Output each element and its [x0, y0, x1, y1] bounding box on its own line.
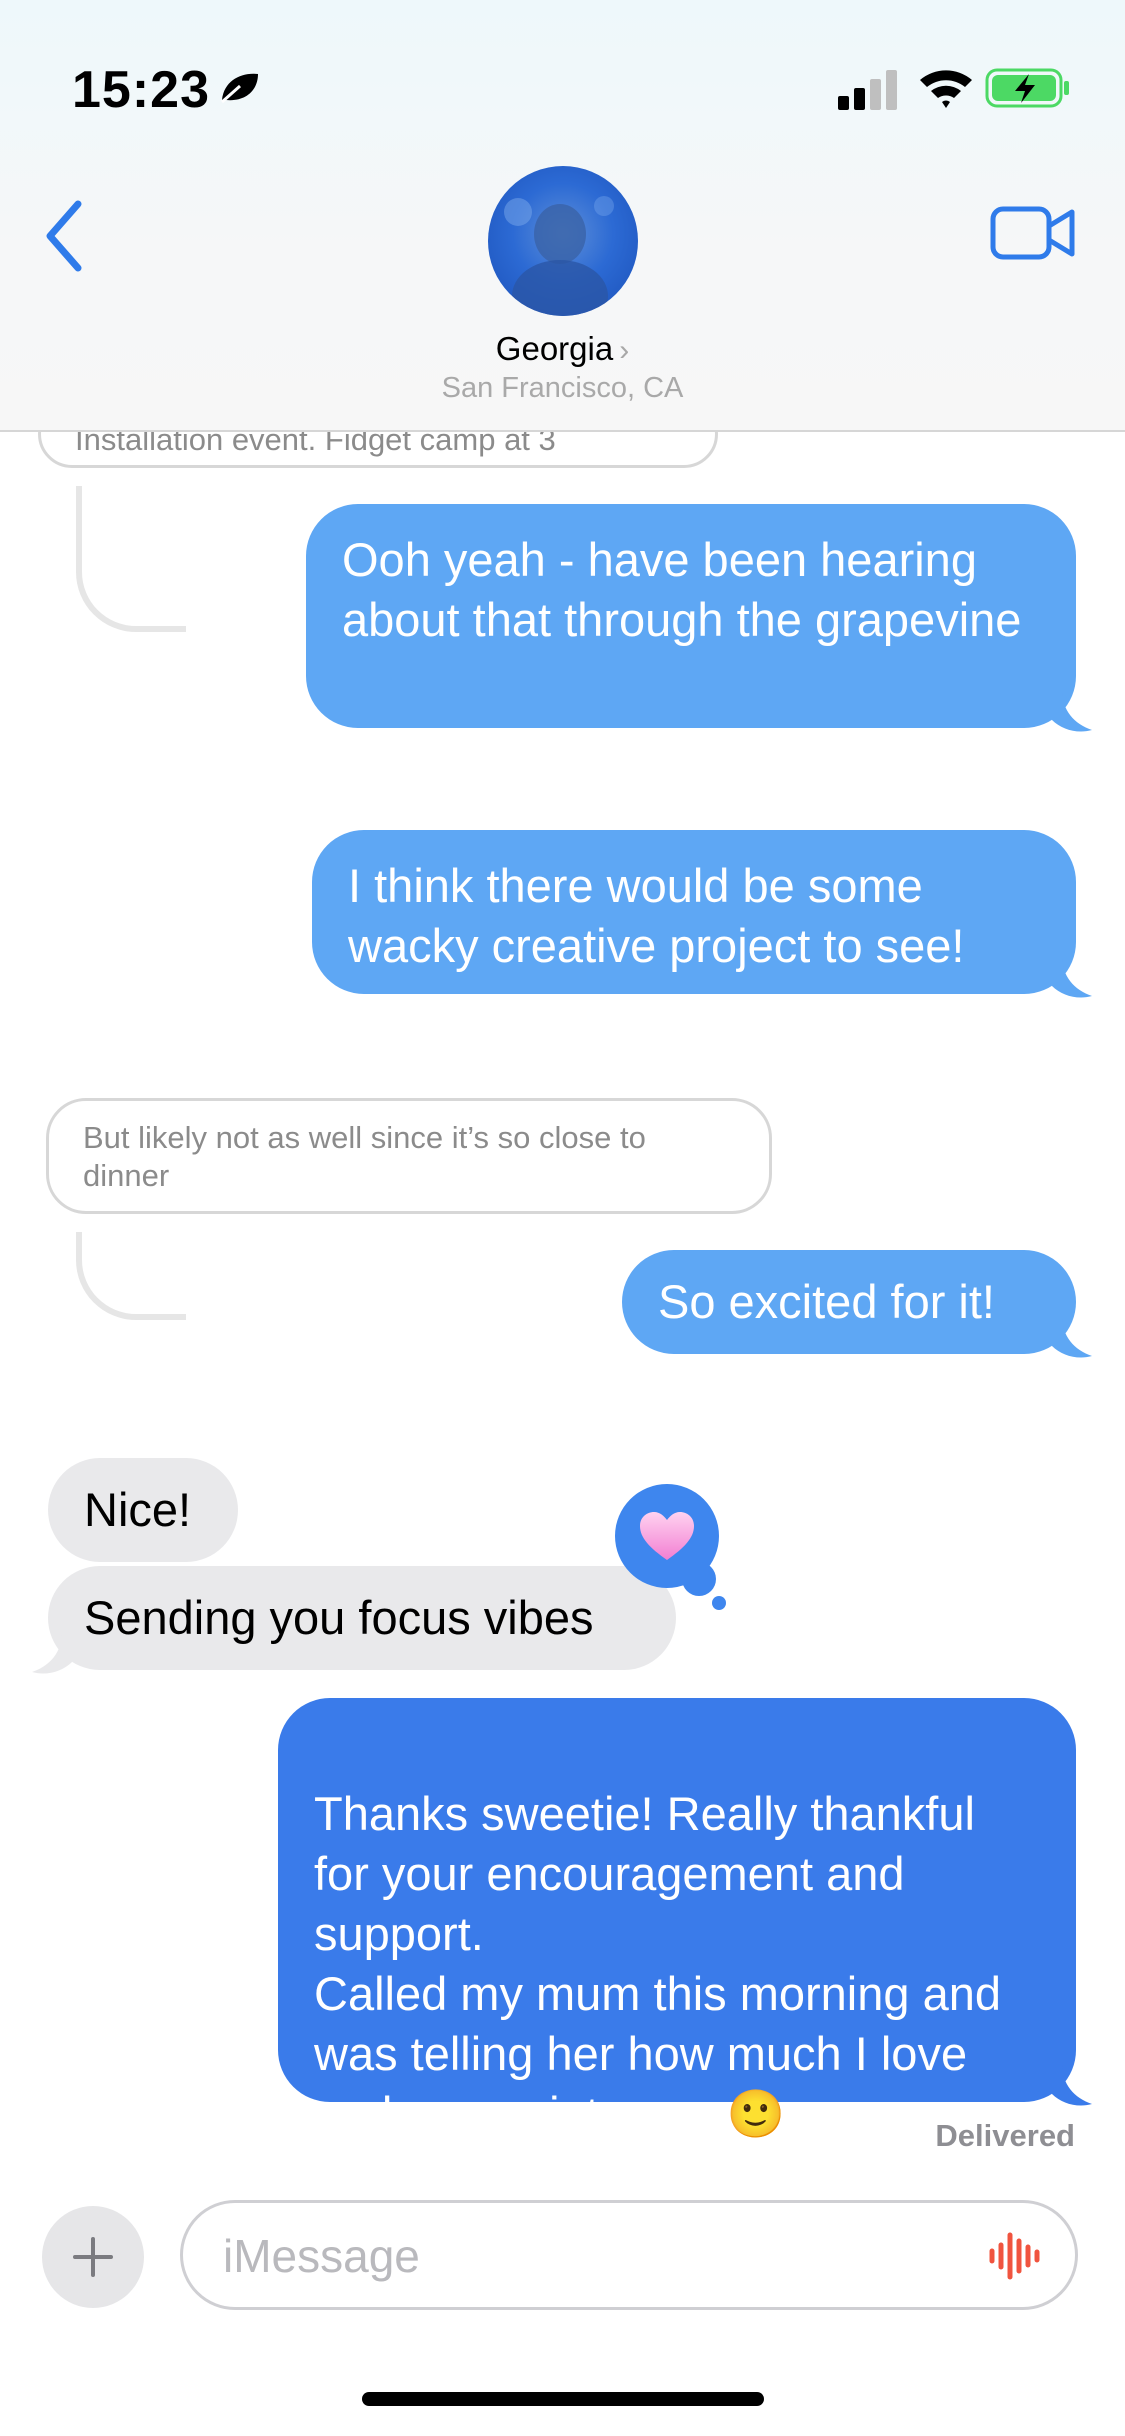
message-text: So excited for it!: [658, 1275, 995, 1328]
message-text: I think there would be some wacky creati…: [348, 859, 965, 972]
message-bubble-received[interactable]: Nice!: [48, 1458, 238, 1562]
bubble-tail: [1052, 2064, 1092, 2106]
wifi-icon: [920, 70, 972, 108]
bubble-tail: [1052, 1316, 1092, 1358]
message-text: Thanks sweetie! Really thankful for your…: [314, 1787, 1001, 2140]
focus-leaf-icon: [221, 73, 258, 104]
avatar-photo: [504, 196, 614, 316]
contact-name[interactable]: Georgia ›: [0, 330, 1125, 368]
back-button[interactable]: [36, 196, 96, 276]
message-text: Sending you focus vibes: [84, 1591, 594, 1644]
contact-name-text: Georgia: [495, 330, 614, 367]
bubble-tail: [32, 1632, 72, 1674]
message-text: Nice!: [84, 1483, 192, 1536]
reply-thread-line: [76, 1232, 186, 1320]
message-bubble-received[interactable]: Sending you focus vibes: [48, 1566, 676, 1670]
bubble-tail: [1052, 690, 1092, 732]
contact-avatar[interactable]: [488, 166, 638, 316]
reply-thread-line: [76, 486, 186, 632]
message-bubble-sent[interactable]: Thanks sweetie! Really thankful for your…: [278, 1698, 1076, 2140]
imessage-input[interactable]: [221, 2223, 925, 2289]
plus-icon: [73, 2237, 113, 2277]
message-bubble-sent[interactable]: Ooh yeah - have been hearing about that …: [306, 504, 1076, 728]
battery-charging-icon: [985, 68, 1069, 108]
reply-preview[interactable]: But likely not as well since it’s so clo…: [46, 1098, 772, 1214]
add-attachment-button[interactable]: [42, 2206, 144, 2308]
status-time: 15:23: [72, 61, 210, 119]
message-bubble-sent[interactable]: I think there would be some wacky creati…: [312, 830, 1076, 994]
message-bubble-sent[interactable]: So excited for it!: [622, 1250, 1076, 1354]
chevron-right-icon: ›: [619, 334, 630, 367]
bubble-tail: [1052, 956, 1092, 998]
home-indicator[interactable]: [362, 2392, 764, 2406]
message-text: Ooh yeah - have been hearing about that …: [342, 533, 1022, 646]
contact-location: San Francisco, CA: [441, 372, 684, 404]
audio-waveform-icon[interactable]: [987, 2231, 1043, 2281]
imessage-input-container[interactable]: [180, 2200, 1078, 2310]
tapback-bubble-dot: [712, 1596, 726, 1610]
tapback-bubble-dot: [682, 1562, 716, 1596]
heart-icon: [640, 1512, 694, 1560]
conversation-header: 15:23 Georgia › San Francisco, CA: [0, 0, 1125, 432]
reply-preview-text: But likely not as well since it’s so clo…: [83, 1120, 646, 1193]
delivered-status: Delivered: [935, 2118, 1075, 2153]
cellular-signal-icon: [838, 70, 897, 110]
video-call-button[interactable]: [990, 204, 1076, 262]
